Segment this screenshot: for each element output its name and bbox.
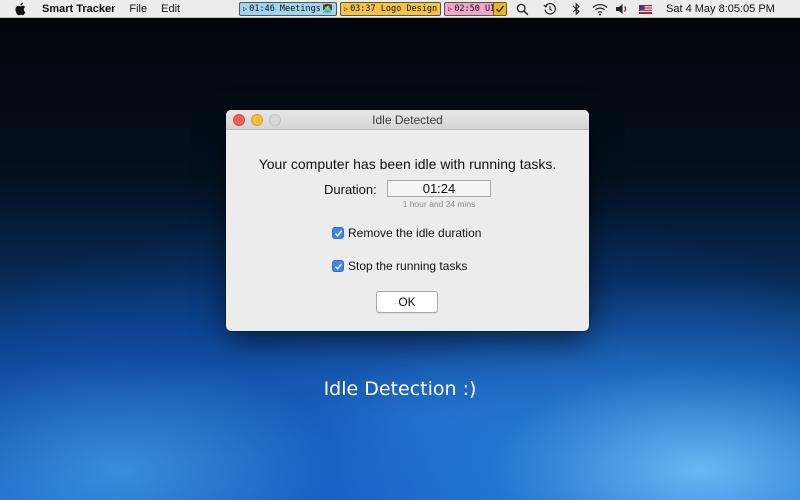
running-timers: ▷ 01:46 Meetings 👩‍💻 ▷ 03:37 Logo Design… (239, 2, 500, 16)
play-icon: ▷ (448, 5, 453, 13)
stop-tasks-option[interactable]: Stop the running tasks (332, 259, 467, 273)
idle-detection-caption: Idle Detection :) (323, 378, 477, 400)
timer-label: 01:46 Meetings (249, 4, 321, 14)
volume-icon[interactable] (615, 2, 629, 16)
idle-dialog: Idle Detected Your computer has been idl… (226, 110, 589, 331)
meeting-emoji-icon: 👩‍💻 (322, 4, 333, 13)
menu-app-name[interactable]: Smart Tracker (42, 3, 115, 15)
menu-file[interactable]: File (129, 3, 147, 15)
duration-label: Duration: (324, 182, 377, 197)
timer-meetings[interactable]: ▷ 01:46 Meetings 👩‍💻 (239, 2, 337, 16)
dialog-titlebar[interactable]: Idle Detected (226, 110, 589, 130)
play-icon: ▷ (343, 5, 349, 13)
idle-message: Your computer has been idle with running… (258, 156, 557, 172)
ok-button[interactable]: OK (376, 291, 438, 313)
timer-label: 02:50 UI (454, 4, 496, 14)
time-machine-icon[interactable] (543, 2, 557, 16)
stop-tasks-label[interactable]: Stop the running tasks (348, 259, 467, 273)
menu-edit[interactable]: Edit (161, 3, 180, 15)
duration-description: 1 hour and 24 mins (402, 199, 476, 209)
duration-field[interactable]: 01:24 (387, 180, 491, 197)
timer-logo-design[interactable]: ▷ 03:37 Logo Design (339, 2, 442, 16)
timer-ui[interactable]: ▷ 02:50 UI (444, 2, 500, 16)
remove-idle-label[interactable]: Remove the idle duration (348, 226, 481, 240)
remove-idle-checkbox[interactable] (332, 227, 344, 239)
apple-icon[interactable] (14, 2, 28, 16)
timer-label: 03:37 Logo Design (350, 4, 438, 14)
menu-bar: Smart Tracker File Edit ▷ 01:46 Meetings… (0, 0, 800, 18)
bluetooth-icon[interactable] (572, 2, 581, 16)
menubar-clock[interactable]: Sat 4 May 8:05:05 PM (666, 3, 775, 15)
search-icon[interactable] (516, 2, 529, 16)
check-icon[interactable] (493, 2, 507, 16)
flag-icon[interactable] (639, 2, 652, 16)
dialog-title: Idle Detected (372, 113, 443, 127)
stop-tasks-checkbox[interactable] (332, 260, 344, 272)
remove-idle-option[interactable]: Remove the idle duration (332, 226, 481, 240)
play-icon: ▷ (243, 5, 248, 13)
wifi-icon[interactable] (592, 2, 608, 16)
